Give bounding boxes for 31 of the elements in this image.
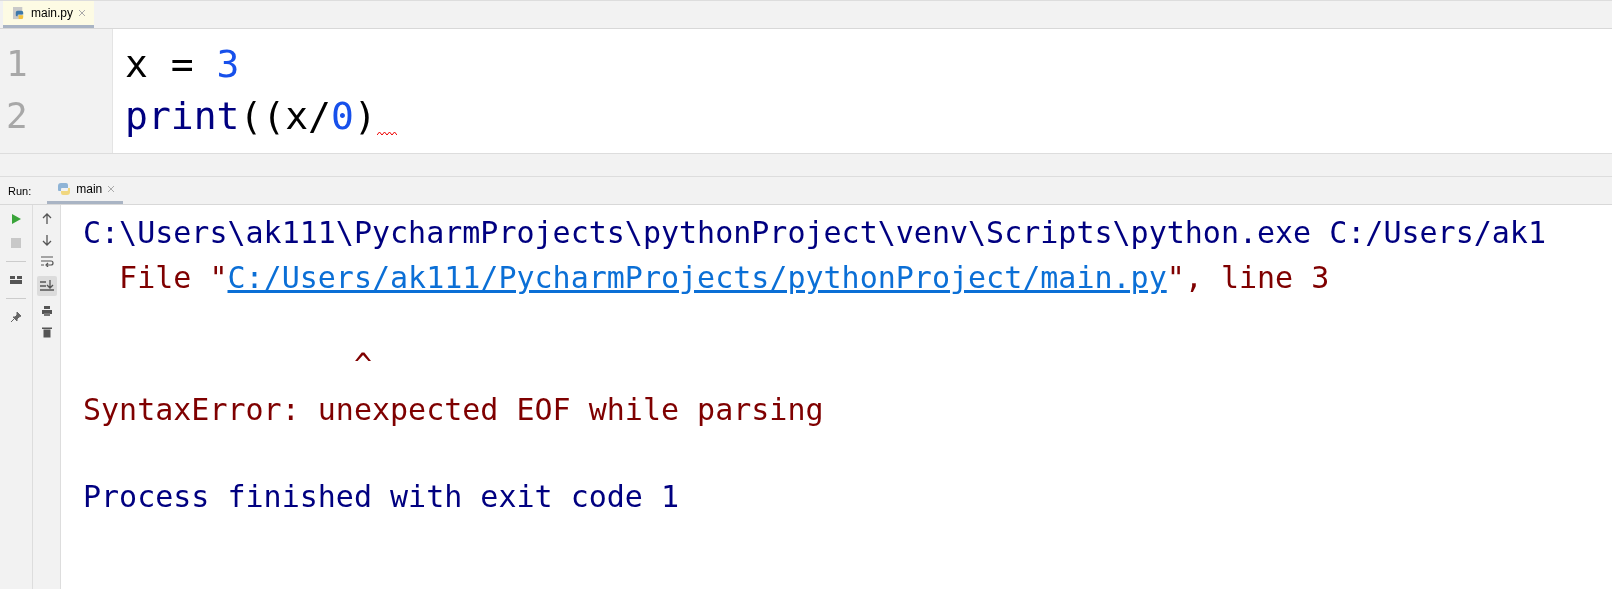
editor-tab[interactable]: main.py bbox=[3, 1, 95, 28]
run-icon[interactable] bbox=[10, 213, 22, 225]
code-token: 0 bbox=[330, 93, 354, 140]
run-label: Run: bbox=[8, 184, 32, 197]
console-text: Process finished with exit code 1 bbox=[83, 479, 680, 514]
soft-wrap-icon[interactable] bbox=[39, 255, 54, 267]
python-file-icon bbox=[13, 6, 26, 20]
code-token: 3 bbox=[216, 41, 240, 88]
line-number: 2 bbox=[5, 94, 29, 138]
tab-label: main.py bbox=[31, 6, 74, 20]
console-text: SyntaxError: unexpected EOF while parsing bbox=[83, 392, 824, 427]
console-text: ^ bbox=[352, 347, 372, 382]
scroll-to-end-icon[interactable] bbox=[36, 276, 57, 296]
up-arrow-icon[interactable] bbox=[40, 213, 53, 225]
run-tab[interactable]: main bbox=[47, 177, 124, 204]
code-token: ) bbox=[353, 93, 377, 140]
python-icon bbox=[57, 182, 72, 196]
pin-icon[interactable] bbox=[10, 311, 22, 323]
trash-icon[interactable] bbox=[40, 326, 53, 338]
code-token: ((x/ bbox=[239, 93, 331, 140]
print-icon[interactable] bbox=[40, 305, 53, 317]
console-text: File " bbox=[118, 260, 228, 295]
line-number: 1 bbox=[5, 42, 29, 86]
console-text: ", line 3 bbox=[1166, 260, 1330, 295]
console-text: C:\Users\ak111\PycharmProjects\pythonProject\venv\Scripts\python.exe C:/Users/ak1 bbox=[83, 215, 1546, 250]
file-link[interactable]: C:/Users/ak111/PycharmProjects/pythonProject/main.py bbox=[227, 260, 1167, 295]
code-token: print bbox=[125, 93, 240, 140]
down-arrow-icon[interactable] bbox=[40, 234, 53, 246]
layout-icon[interactable] bbox=[9, 274, 23, 286]
error-underline bbox=[376, 131, 397, 136]
code-token: x = bbox=[125, 41, 195, 88]
